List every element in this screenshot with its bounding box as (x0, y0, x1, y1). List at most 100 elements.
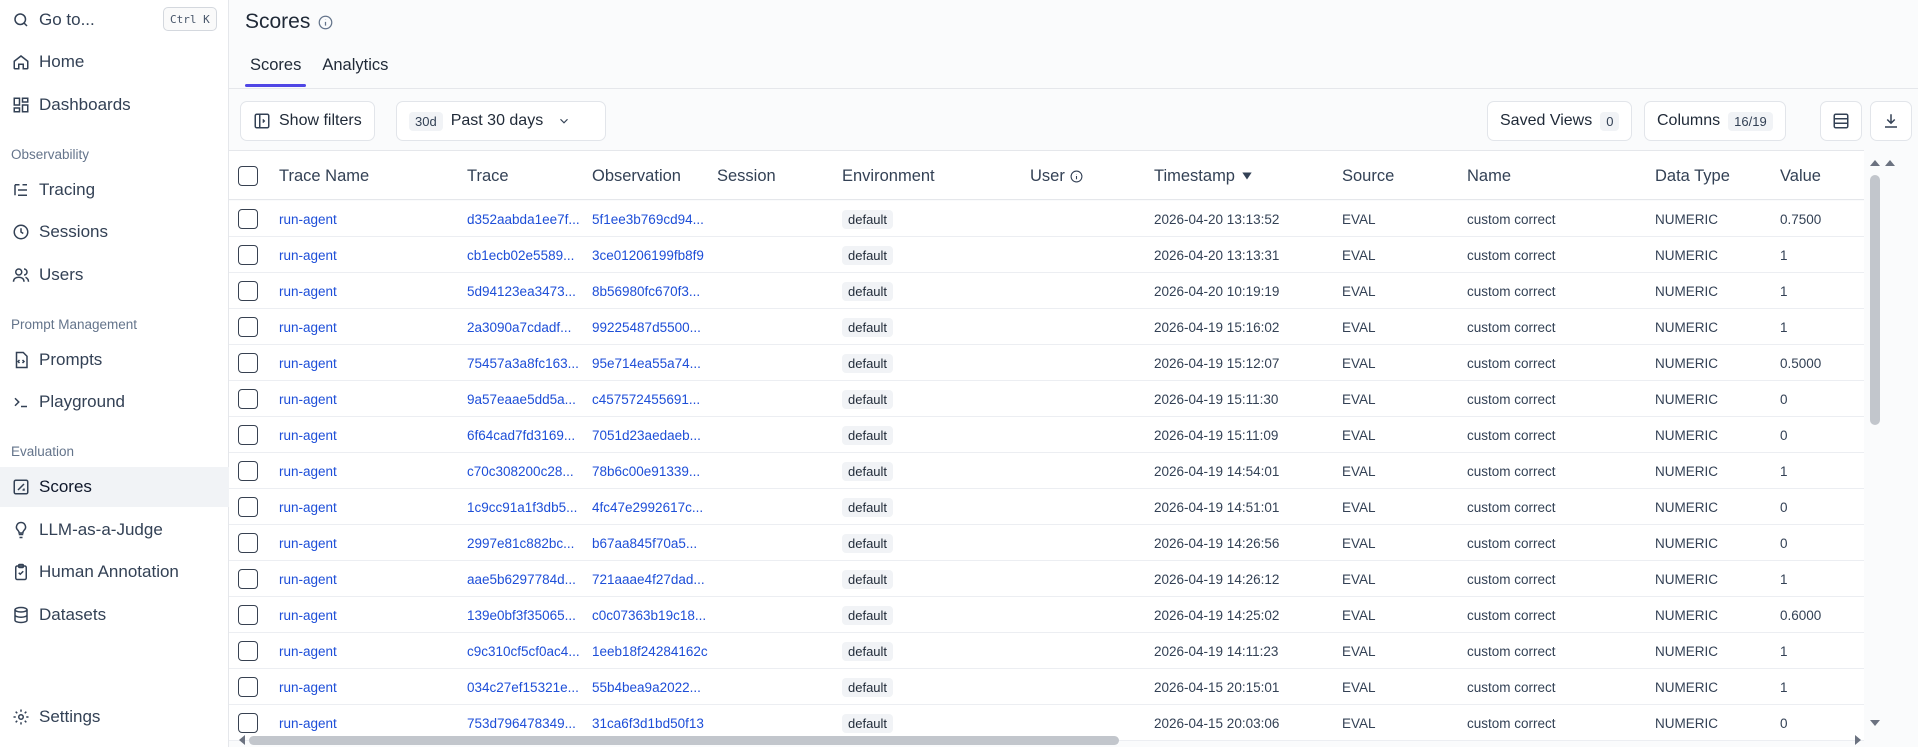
table-cell[interactable]: 5d94123ea3473... (467, 273, 576, 309)
table-cell[interactable]: 1eeb18f24284162c (592, 633, 708, 669)
table-cell[interactable]: run-agent (279, 525, 337, 561)
sidebar-item-sessions[interactable]: Sessions (0, 212, 229, 252)
row-checkbox[interactable] (238, 569, 258, 589)
table-cell[interactable]: run-agent (279, 237, 337, 273)
table-cell[interactable]: aae5b6297784d... (467, 561, 576, 597)
row-checkbox[interactable] (238, 713, 258, 733)
table-cell[interactable]: b67aa845f70a5... (592, 525, 697, 561)
table-cell[interactable]: 6f64cad7fd3169... (467, 417, 575, 453)
table-cell[interactable]: 139e0bf3f35065... (467, 597, 576, 633)
row-density-button[interactable] (1820, 101, 1862, 141)
table-cell[interactable]: run-agent (279, 561, 337, 597)
horizontal-scrollbar[interactable] (235, 734, 1865, 747)
row-checkbox[interactable] (238, 461, 258, 481)
table-row[interactable]: run-agent 6f64cad7fd3169... 7051d23aedaeb.… (229, 417, 1864, 453)
table-cell[interactable]: 2a3090a7cdadf... (467, 309, 571, 345)
sidebar-item-home[interactable]: Home (0, 42, 229, 82)
column-header[interactable]: Observation (592, 151, 681, 201)
table-cell[interactable]: c457572455691... (592, 381, 700, 417)
row-checkbox[interactable] (238, 641, 258, 661)
sidebar-item-settings[interactable]: Settings (0, 697, 229, 737)
table-cell[interactable]: 1c9cc91a1f3db5... (467, 489, 577, 525)
row-checkbox[interactable] (238, 209, 258, 229)
column-header-user[interactable]: User (1030, 151, 1083, 201)
table-cell[interactable]: 7051d23aedaeb... (592, 417, 701, 453)
column-header[interactable]: Environment (842, 151, 935, 201)
table-cell[interactable]: 4fc47e2992617c... (592, 489, 703, 525)
row-checkbox[interactable] (238, 497, 258, 517)
table-row[interactable]: run-agent cb1ecb02e5589... 3ce01206199fb8f… (229, 237, 1864, 273)
table-cell[interactable]: run-agent (279, 201, 337, 237)
sidebar-item-human-annotation[interactable]: Human Annotation (0, 552, 229, 592)
table-row[interactable]: run-agent 1c9cc91a1f3db5... 4fc47e2992617c… (229, 489, 1864, 525)
table-row[interactable]: run-agent 9a57eaae5dd5a... c457572455691..… (229, 381, 1864, 417)
column-header[interactable]: Value (1780, 151, 1821, 201)
column-header[interactable]: Source (1342, 151, 1394, 201)
sidebar-item-scores[interactable]: Scores (0, 467, 229, 507)
table-cell[interactable]: run-agent (279, 597, 337, 633)
table-row[interactable]: run-agent 139e0bf3f35065... c0c07363b19c18… (229, 597, 1864, 633)
column-header-timestamp[interactable]: Timestamp (1154, 151, 1254, 201)
column-header[interactable]: Trace (467, 151, 509, 201)
table-cell[interactable]: 721aaae4f27dad... (592, 561, 705, 597)
table-cell[interactable]: 75457a3a8fc163... (467, 345, 579, 381)
column-header[interactable]: Trace Name (279, 151, 369, 201)
table-cell[interactable]: 9a57eaae5dd5a... (467, 381, 576, 417)
table-cell[interactable]: 8b56980fc670f3... (592, 273, 700, 309)
sidebar-item-tracing[interactable]: Tracing (0, 170, 229, 210)
sidebar-item-prompts[interactable]: Prompts (0, 340, 229, 380)
show-filters-button[interactable]: Show filters (240, 101, 375, 141)
table-cell[interactable]: run-agent (279, 417, 337, 453)
sidebar-item-llm-judge[interactable]: LLM-as-a-Judge (0, 510, 229, 550)
row-checkbox[interactable] (238, 533, 258, 553)
sidebar-item-dashboards[interactable]: Dashboards (0, 85, 229, 125)
table-cell[interactable]: 95e714ea55a74... (592, 345, 701, 381)
table-cell[interactable]: 55b4bea9a2022... (592, 669, 701, 705)
table-row[interactable]: run-agent 034c27ef15321e... 55b4bea9a2022.… (229, 669, 1864, 705)
date-range-select[interactable]: 30d Past 30 days (396, 101, 606, 141)
row-checkbox[interactable] (238, 353, 258, 373)
table-cell[interactable]: run-agent (279, 309, 337, 345)
table-row[interactable]: run-agent 2997e81c882bc... b67aa845f70a5..… (229, 525, 1864, 561)
row-checkbox[interactable] (238, 281, 258, 301)
row-checkbox[interactable] (238, 677, 258, 697)
table-row[interactable]: run-agent d352aabda1ee7f... 5f1ee3b769cd94… (229, 201, 1864, 237)
table-cell[interactable]: run-agent (279, 453, 337, 489)
column-header[interactable]: Session (717, 151, 776, 201)
table-row[interactable]: run-agent 5d94123ea3473... 8b56980fc670f3.… (229, 273, 1864, 309)
vertical-scrollbar[interactable] (1865, 150, 1918, 730)
table-cell[interactable]: 5f1ee3b769cd94... (592, 201, 704, 237)
row-checkbox[interactable] (238, 389, 258, 409)
row-checkbox[interactable] (238, 605, 258, 625)
row-checkbox[interactable] (238, 245, 258, 265)
select-all-checkbox[interactable] (238, 166, 258, 186)
row-checkbox[interactable] (238, 425, 258, 445)
table-cell[interactable]: run-agent (279, 669, 337, 705)
table-cell[interactable]: 2997e81c882bc... (467, 525, 574, 561)
table-row[interactable]: run-agent aae5b6297784d... 721aaae4f27dad.… (229, 561, 1864, 597)
table-cell[interactable]: run-agent (279, 489, 337, 525)
column-header[interactable]: Name (1467, 151, 1511, 201)
table-row[interactable]: run-agent 75457a3a8fc163... 95e714ea55a74.… (229, 345, 1864, 381)
tab-scores[interactable]: Scores (245, 56, 307, 87)
table-cell[interactable]: 034c27ef15321e... (467, 669, 579, 705)
columns-button[interactable]: Columns 16/19 (1644, 101, 1786, 141)
info-icon[interactable] (318, 15, 333, 30)
table-cell[interactable]: 78b6c00e91339... (592, 453, 700, 489)
table-cell[interactable]: 3ce01206199fb8f9 (592, 237, 704, 273)
goto-search[interactable]: Go to... Ctrl K (0, 0, 229, 40)
table-row[interactable]: run-agent 2a3090a7cdadf... 99225487d5500..… (229, 309, 1864, 345)
table-row[interactable]: run-agent c70c308200c28... 78b6c00e91339..… (229, 453, 1864, 489)
table-cell[interactable]: run-agent (279, 381, 337, 417)
table-cell[interactable]: run-agent (279, 345, 337, 381)
table-row[interactable]: run-agent c9c310cf5cf0ac4... 1eeb18f242841… (229, 633, 1864, 669)
sidebar-item-users[interactable]: Users (0, 255, 229, 295)
table-cell[interactable]: cb1ecb02e5589... (467, 237, 574, 273)
download-button[interactable] (1870, 101, 1912, 141)
table-cell[interactable]: c70c308200c28... (467, 453, 574, 489)
table-cell[interactable]: run-agent (279, 633, 337, 669)
saved-views-button[interactable]: Saved Views 0 (1487, 101, 1633, 141)
column-header[interactable]: Data Type (1655, 151, 1730, 201)
sidebar-item-playground[interactable]: Playground (0, 382, 229, 422)
table-cell[interactable]: c0c07363b19c18... (592, 597, 706, 633)
